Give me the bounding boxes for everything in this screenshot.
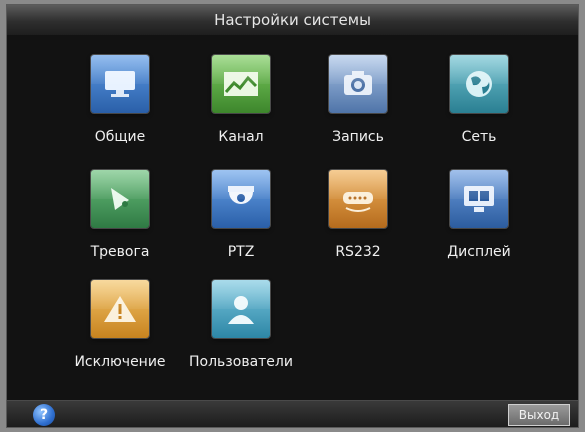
status-bar: ? Выход <box>7 400 578 427</box>
camera-icon <box>329 55 387 113</box>
alarm-bell-icon <box>91 170 149 228</box>
menu-item-rs232-label: RS232 <box>335 244 381 260</box>
window-title: Настройки системы <box>7 5 578 35</box>
system-settings-window: Настройки системы Общие Канал Запись Сет… <box>6 4 579 428</box>
exit-button[interactable]: Выход <box>508 404 570 426</box>
menu-item-channel-label: Канал <box>218 129 264 145</box>
help-icon[interactable]: ? <box>33 404 55 426</box>
menu-item-record[interactable]: Запись <box>302 55 414 165</box>
menu-item-users-label: Пользователи <box>189 354 293 370</box>
menu-item-network[interactable]: Сеть <box>423 55 535 165</box>
menu-item-general-label: Общие <box>94 129 146 145</box>
menu-item-users[interactable]: Пользователи <box>185 280 297 390</box>
menu-item-exception-label: Исключение <box>74 354 166 370</box>
landscape-icon <box>212 55 270 113</box>
menu-item-display-label: Дисплей <box>447 244 511 260</box>
warning-icon <box>91 280 149 338</box>
menu-item-alarm-label: Тревога <box>90 244 150 260</box>
globe-icon <box>450 55 508 113</box>
menu-item-network-label: Сеть <box>461 129 497 145</box>
menu-item-record-label: Запись <box>332 129 384 145</box>
menu-item-display[interactable]: Дисплей <box>423 170 535 280</box>
menu-item-general[interactable]: Общие <box>64 55 176 165</box>
dome-camera-icon <box>212 170 270 228</box>
menu-item-ptz-label: PTZ <box>227 244 255 260</box>
menu-item-rs232[interactable]: RS232 <box>302 170 414 280</box>
menu-item-ptz[interactable]: PTZ <box>185 170 297 280</box>
display-icon <box>450 170 508 228</box>
monitor-icon <box>91 55 149 113</box>
user-icon <box>212 280 270 338</box>
serial-port-icon <box>329 170 387 228</box>
menu-item-channel[interactable]: Канал <box>185 55 297 165</box>
menu-item-alarm[interactable]: Тревога <box>64 170 176 280</box>
menu-item-exception[interactable]: Исключение <box>64 280 176 390</box>
